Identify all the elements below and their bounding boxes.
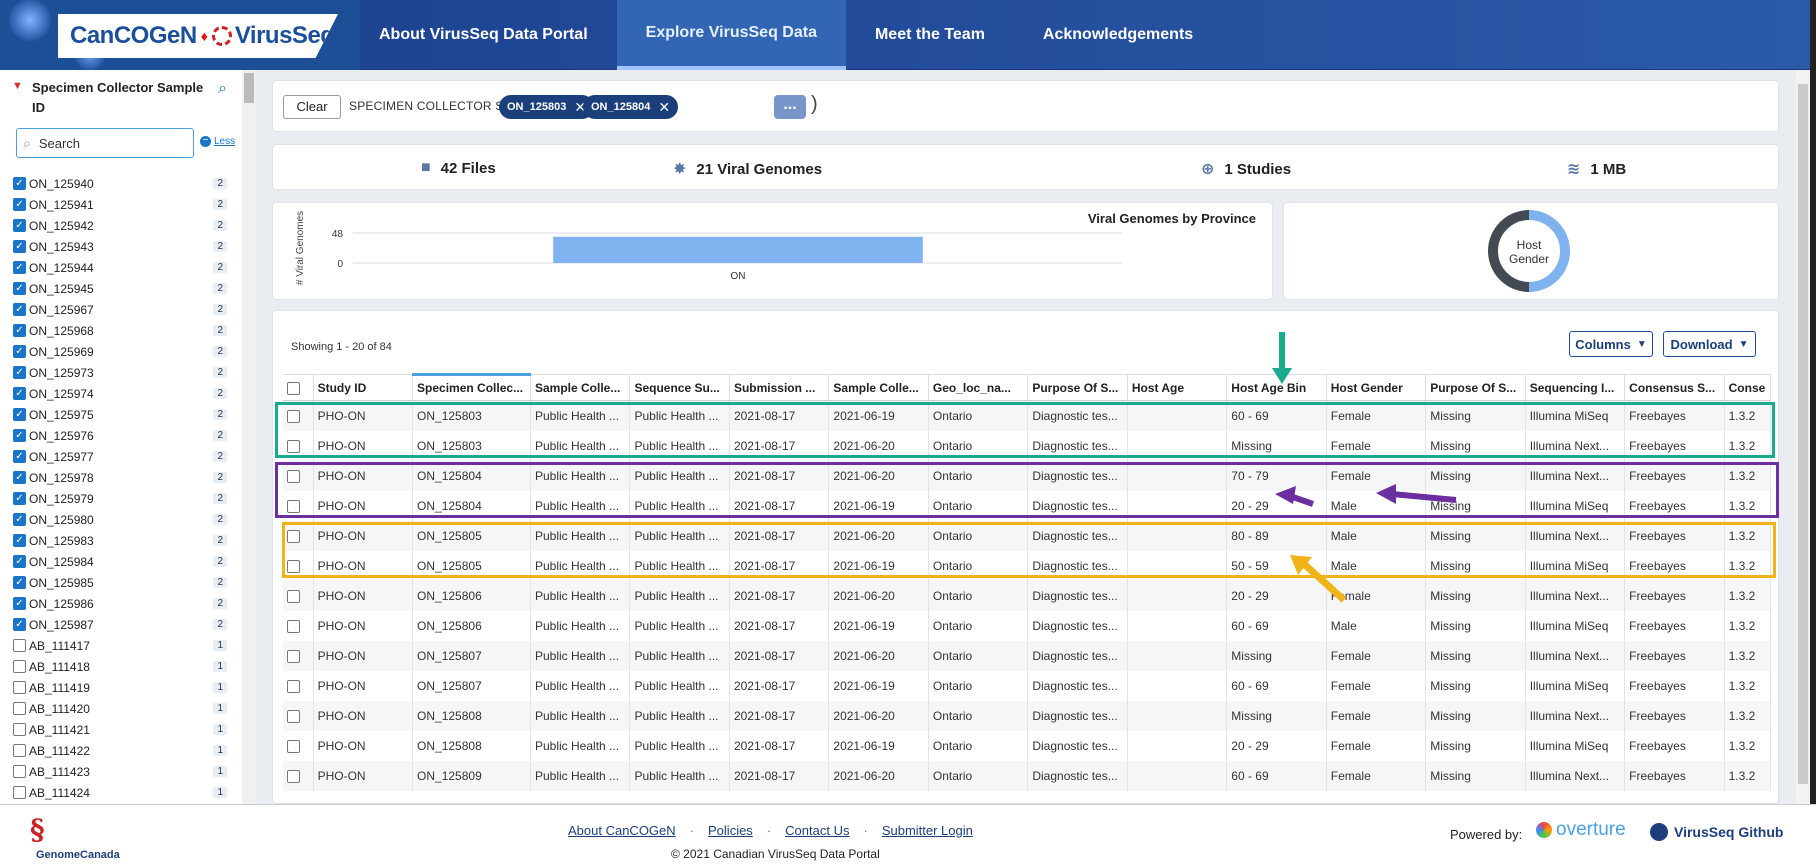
scrollbar-thumb[interactable] — [1798, 84, 1808, 784]
separator: · — [766, 823, 772, 838]
annotation-arrows — [1272, 332, 1457, 603]
overture-text: overture — [1556, 819, 1626, 840]
window-edge — [1810, 0, 1816, 867]
purple-arrow-icon — [1275, 486, 1314, 507]
overture-logo[interactable]: overture — [1536, 819, 1626, 841]
purple-arrow-icon — [1376, 484, 1457, 504]
gold-arrow-icon — [1290, 555, 1347, 603]
copyright: © 2021 Canadian VirusSeq Data Portal — [671, 847, 880, 861]
genome-canada-logo[interactable]: § GenomeCanada — [24, 811, 124, 863]
footer: § GenomeCanada About CanCOGeN · Policies ·… — [0, 804, 1816, 867]
footer-link-about[interactable]: About CanCOGeN — [568, 823, 676, 838]
github-icon — [1650, 823, 1668, 841]
separator: · — [689, 823, 695, 838]
teal-arrow-icon — [1272, 332, 1292, 384]
github-label: VirusSeq Github — [1674, 824, 1784, 840]
genome-canada-mark-icon: § — [30, 813, 45, 846]
footer-links: About CanCOGeN · Policies · Contact Us · Su… — [568, 823, 973, 838]
overture-icon — [1536, 822, 1552, 838]
footer-link-submitter-login[interactable]: Submitter Login — [882, 823, 973, 838]
main-scrollbar[interactable] — [1796, 70, 1810, 804]
separator: · — [863, 823, 868, 838]
powered-by-label: Powered by: — [1450, 827, 1523, 842]
footer-link-policies[interactable]: Policies — [708, 823, 753, 838]
footer-link-contact[interactable]: Contact Us — [785, 823, 849, 838]
github-link[interactable]: VirusSeq Github — [1650, 823, 1783, 841]
genome-canada-text: GenomeCanada — [36, 849, 120, 861]
